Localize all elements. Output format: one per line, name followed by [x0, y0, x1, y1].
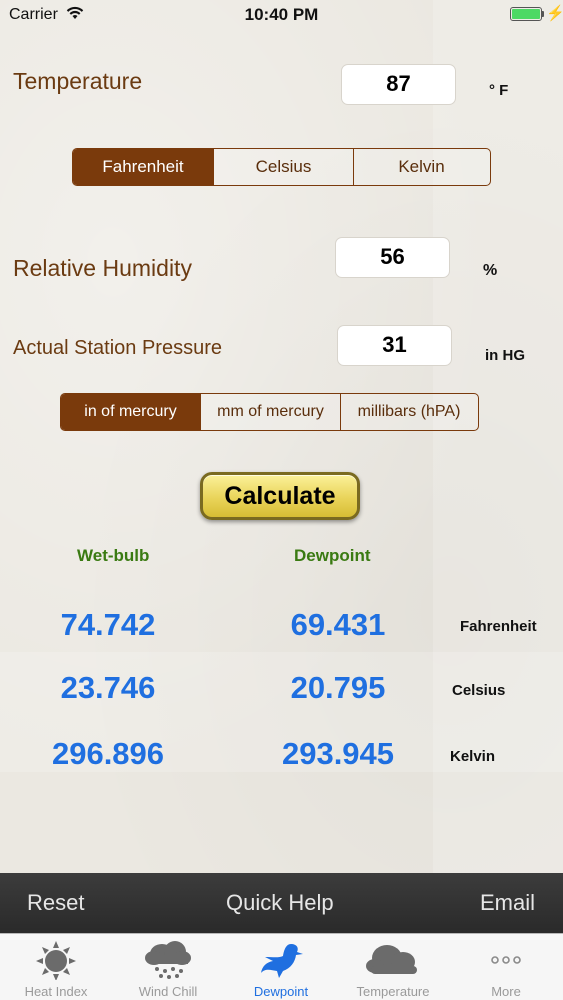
temperature-label: Temperature: [13, 68, 143, 94]
segment-kelvin[interactable]: Kelvin: [353, 149, 489, 185]
row-unit-celsius: Celsius: [452, 682, 506, 699]
pressure-unit: in HG: [485, 347, 525, 364]
temperature-unit: ° F: [489, 82, 509, 99]
segment-fahrenheit[interactable]: Fahrenheit: [73, 149, 213, 185]
wetbulb-kelvin-value: 296.896: [51, 736, 165, 771]
calculate-button[interactable]: Calculate: [200, 472, 360, 520]
status-time: 10:40 PM: [244, 5, 319, 24]
humidity-label: Relative Humidity: [13, 255, 192, 281]
tab-more[interactable]: More: [450, 934, 562, 1000]
status-bar: Carrier 10:40 PM ⚡: [0, 0, 563, 30]
segment-celsius[interactable]: Celsius: [213, 149, 353, 185]
battery-tip: [542, 11, 544, 17]
wetbulb-header: Wet-bulb: [77, 546, 150, 565]
battery-icon: [510, 7, 542, 21]
bottom-toolbar: Reset Quick Help Email: [0, 873, 563, 933]
snow-cloud-icon: [145, 941, 191, 979]
segment-mm-of-mercury[interactable]: mm of mercury: [200, 394, 340, 430]
tab-label: Heat Index: [24, 984, 88, 999]
humidity-unit: %: [483, 262, 498, 279]
humidity-input[interactable]: 56: [335, 237, 450, 278]
temperature-scale-segment: Fahrenheit Celsius Kelvin: [72, 148, 491, 186]
tab-label: More: [491, 984, 521, 999]
tab-heat-index[interactable]: Heat Index: [0, 934, 112, 1000]
more-icon: [491, 956, 521, 964]
tab-dewpoint[interactable]: Dewpoint: [225, 934, 337, 1000]
dewpoint-header: Dewpoint: [294, 546, 371, 565]
dewpoint-kelvin-value: 293.945: [281, 736, 395, 771]
temperature-input[interactable]: 87: [341, 64, 456, 105]
charging-icon: ⚡: [546, 5, 563, 22]
cloud-icon: [366, 945, 417, 974]
dewpoint-celsius-value: 20.795: [290, 670, 386, 705]
segment-in-of-mercury[interactable]: in of mercury: [61, 394, 200, 430]
pressure-unit-segment: in of mercury mm of mercury millibars (h…: [60, 393, 479, 431]
tab-label: Dewpoint: [253, 984, 309, 999]
pressure-input[interactable]: 31: [337, 325, 452, 366]
reset-button[interactable]: Reset: [27, 890, 84, 916]
dewpoint-fahrenheit-value: 69.431: [290, 607, 386, 642]
wetbulb-celsius-value: 23.746: [60, 670, 156, 705]
email-button[interactable]: Email: [480, 890, 535, 916]
pressure-label: Actual Station Pressure: [13, 337, 222, 359]
tab-temperature[interactable]: Temperature: [337, 934, 449, 1000]
tab-wind-chill[interactable]: Wind Chill: [112, 934, 224, 1000]
sun-icon: [36, 941, 76, 980]
bird-icon: [261, 944, 303, 978]
wetbulb-fahrenheit-value: 74.742: [60, 607, 156, 642]
row-unit-fahrenheit: Fahrenheit: [460, 618, 537, 635]
quick-help-button[interactable]: Quick Help: [226, 890, 334, 916]
tab-label: Temperature: [356, 984, 430, 999]
tab-label: Wind Chill: [138, 984, 198, 999]
tab-bar: Heat Index Wind Chill Dewpoint Temperatu…: [0, 933, 563, 1000]
row-unit-kelvin: Kelvin: [450, 748, 496, 765]
segment-millibars[interactable]: millibars (hPA): [340, 394, 477, 430]
